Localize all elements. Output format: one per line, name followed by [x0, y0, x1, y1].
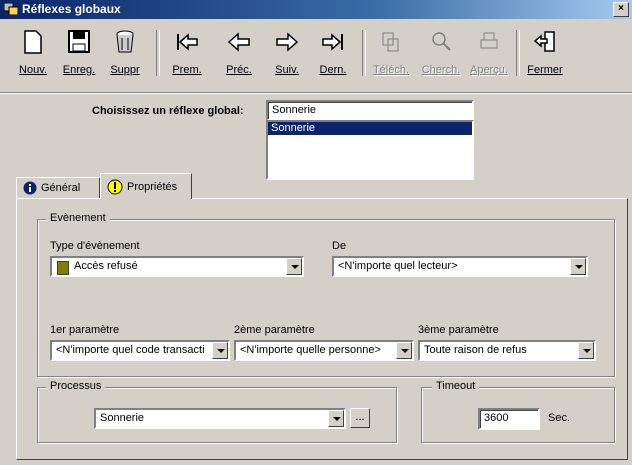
search-button[interactable]: Cherch. [418, 26, 464, 82]
trash-can-icon [116, 30, 134, 53]
download-icon [382, 32, 399, 52]
process-select[interactable]: Sonnerie [94, 408, 346, 429]
floppy-disk-icon [68, 30, 90, 53]
next-arrow-icon [276, 32, 299, 52]
download-button[interactable]: Téléch. [368, 26, 414, 82]
tab-general-label: Général [41, 182, 81, 194]
previous-button[interactable]: Préc. [216, 26, 262, 82]
global-reflex-list[interactable]: Sonnerie [266, 120, 474, 180]
save-button[interactable]: Enreg. [56, 26, 102, 82]
toolbar-separator [516, 30, 520, 76]
timeout-input[interactable]: 3600 [478, 408, 540, 430]
properties-panel: Evènement Type d'évènement Accès refusé … [16, 198, 628, 460]
window-title: Réflexes globaux [22, 2, 121, 16]
last-arrow-icon [322, 33, 343, 51]
print-preview-button-label: Aperçu. [470, 64, 508, 76]
param3-select[interactable]: Toute raison de refus [418, 340, 596, 361]
app-icon [4, 3, 18, 15]
save-button-label: Enreg. [62, 64, 96, 76]
global-reflex-label: Choisissez un réflexe global: [92, 105, 244, 117]
toolbar: Nouv. Enreg. Suppr Prem. Préc. Suiv. Der… [0, 20, 632, 93]
from-select[interactable]: <N'importe quel lecteur> [332, 256, 588, 277]
print-preview-button[interactable]: Aperçu. [466, 26, 512, 82]
title-bar: Réflexes globaux × [0, 0, 632, 19]
first-button-label: Prem. [172, 64, 202, 76]
first-arrow-icon [177, 33, 198, 51]
last-button[interactable]: Dern. [310, 26, 356, 82]
browse-process-button[interactable]: ... [350, 408, 370, 428]
from-label: De [332, 240, 347, 252]
previous-arrow-icon [227, 32, 250, 52]
chevron-down-icon[interactable] [570, 258, 586, 275]
process-group: Processus Sonnerie ... [37, 380, 397, 443]
process-group-title: Processus [46, 380, 106, 392]
exit-door-icon [533, 31, 555, 52]
exclamation-icon [107, 179, 123, 194]
global-reflex-input[interactable]: Sonnerie [266, 100, 474, 121]
timeout-unit-label: Sec. [548, 412, 571, 424]
from-value: <N'importe quel lecteur> [338, 260, 458, 272]
event-type-value: Accès refusé [74, 260, 138, 272]
chevron-down-icon[interactable] [396, 342, 412, 359]
param2-value: <N'importe quelle personne> [240, 344, 381, 356]
chevron-down-icon[interactable] [328, 410, 344, 427]
event-group: Evènement Type d'évènement Accès refusé … [37, 212, 615, 377]
next-button[interactable]: Suiv. [264, 26, 310, 82]
param2-label: 2ème paramètre [234, 324, 315, 336]
timeout-group: Timeout 3600 Sec. [421, 380, 615, 443]
tab-properties[interactable]: Propriétés [100, 173, 192, 199]
print-preview-icon [480, 32, 498, 49]
previous-button-label: Préc. [226, 64, 252, 76]
list-item[interactable]: Sonnerie [268, 122, 472, 135]
toolbar-separator [156, 30, 160, 76]
param2-select[interactable]: <N'importe quelle personne> [234, 340, 414, 361]
search-icon [432, 32, 451, 51]
search-button-label: Cherch. [421, 64, 461, 76]
close-button[interactable]: × [613, 2, 629, 17]
next-button-label: Suiv. [275, 64, 299, 76]
new-button[interactable]: Nouv. [10, 26, 56, 82]
toolbar-separator [362, 30, 366, 76]
tab-general[interactable]: Général [16, 177, 100, 199]
param1-label: 1er paramètre [50, 324, 120, 336]
close-form-button[interactable]: Fermer [522, 26, 568, 82]
param3-label: 3ème paramètre [418, 324, 499, 336]
param1-value: <N'importe quel code transacti [56, 344, 205, 356]
download-button-label: Téléch. [372, 64, 410, 76]
event-type-select[interactable]: Accès refusé [50, 256, 304, 277]
new-document-icon [24, 30, 42, 54]
timeout-group-title: Timeout [432, 380, 480, 392]
delete-button-label: Suppr [110, 64, 140, 76]
close-form-button-label: Fermer [527, 64, 563, 76]
event-type-label: Type d'évènement [50, 240, 140, 252]
delete-button[interactable]: Suppr [102, 26, 148, 82]
chevron-down-icon[interactable] [286, 258, 302, 275]
param3-value: Toute raison de refus [424, 344, 527, 356]
info-icon [23, 181, 37, 195]
last-button-label: Dern. [319, 64, 347, 76]
param1-select[interactable]: <N'importe quel code transacti [50, 340, 230, 361]
process-value: Sonnerie [100, 412, 145, 424]
event-type-icon [57, 261, 69, 275]
event-group-title: Evènement [46, 212, 110, 224]
new-button-label: Nouv. [19, 64, 47, 76]
first-button[interactable]: Prem. [164, 26, 210, 82]
tab-properties-label: Propriétés [127, 180, 178, 193]
chevron-down-icon[interactable] [578, 342, 594, 359]
chevron-down-icon[interactable] [212, 342, 228, 359]
